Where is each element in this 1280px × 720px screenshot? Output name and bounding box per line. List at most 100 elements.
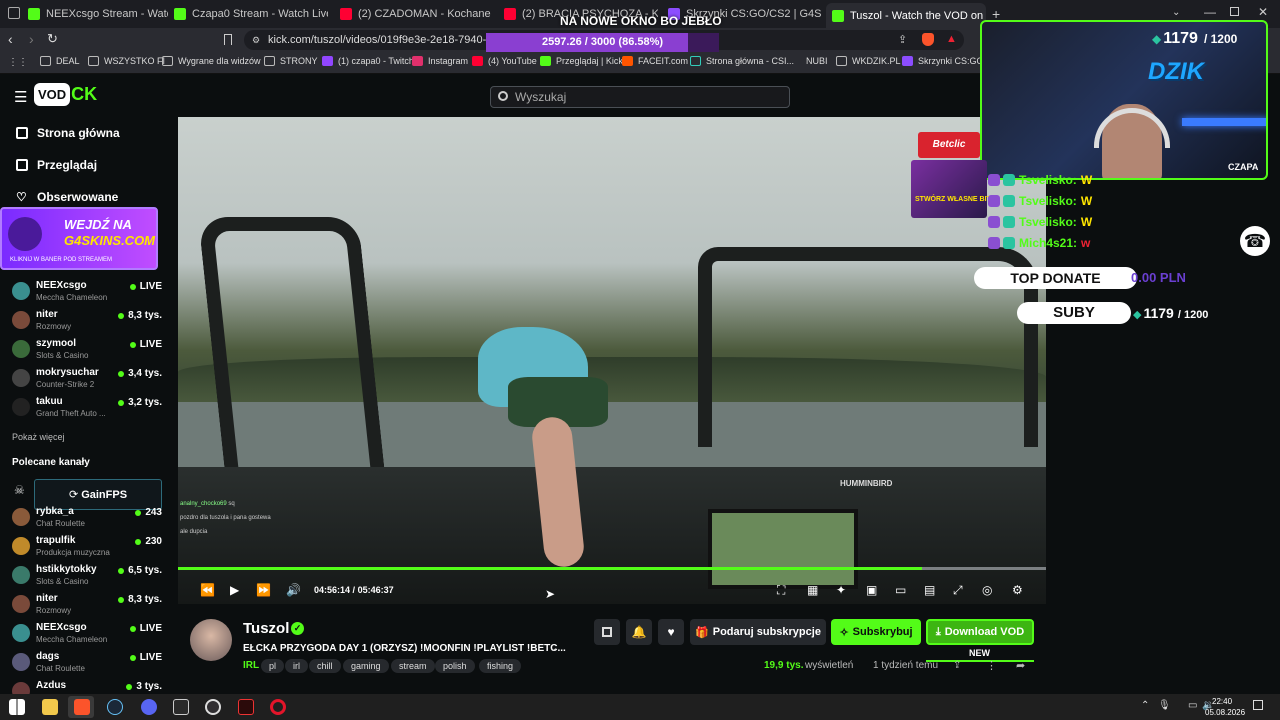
volume-icon[interactable]: 🔊	[286, 583, 301, 597]
settings-gear-icon[interactable]: ⚙	[1012, 583, 1023, 597]
restore-icon[interactable]	[1230, 7, 1239, 16]
more-options-icon[interactable]: ⋮	[986, 659, 997, 672]
notification-center-icon[interactable]	[1253, 700, 1263, 710]
brave-rewards-icon[interactable]: ▲	[946, 33, 957, 45]
rewind-icon[interactable]: ⏪	[200, 583, 215, 597]
gift-subs-button[interactable]: 🎁 Podaruj subskrypcje	[690, 619, 826, 645]
channel-avatar[interactable]	[190, 619, 232, 661]
download-vod-button[interactable]: ⤓ Download VOD	[926, 619, 1034, 645]
share-icon[interactable]: ⇪	[953, 660, 961, 671]
fullscreen-icon[interactable]: ⤢	[953, 583, 963, 598]
bookmark-twitch[interactable]: (1) czapa0 - Twitch	[322, 56, 414, 66]
back-icon[interactable]: ‹	[8, 31, 13, 47]
category-link[interactable]: IRL	[243, 660, 259, 671]
discord-icon[interactable]	[141, 699, 157, 715]
steam-icon[interactable]	[107, 699, 123, 715]
bookmark-youtube[interactable]: (4) YouTube	[472, 56, 537, 66]
follow-heart-button[interactable]: ♥	[658, 619, 684, 645]
tag-chip[interactable]: stream	[391, 659, 435, 673]
title-expand-icon[interactable]: ⌄	[549, 641, 558, 654]
bookmark-wkdzik[interactable]: WKDZIK.PL	[836, 56, 901, 66]
tab-neexcsgo[interactable]: NEEXcsgo Stream - Watch Live on Ki	[22, 4, 168, 24]
search-input[interactable]: Wyszukaj	[490, 86, 790, 108]
channel-item[interactable]: niter Rozmowy 8,3 tys.	[12, 593, 162, 621]
apps-grid-icon[interactable]: ⋮⋮	[8, 57, 28, 68]
stats-icon[interactable]: ▦	[807, 583, 818, 597]
tab-tuszol-active[interactable]: Tuszol - Watch the VOD on Ki ✕	[826, 3, 986, 28]
tag-chip[interactable]: chill	[309, 659, 341, 673]
tag-chip[interactable]: polish	[435, 659, 475, 673]
channel-name[interactable]: Tuszol	[243, 620, 289, 637]
file-explorer-icon[interactable]	[42, 699, 58, 715]
fast-forward-icon[interactable]: ⏩	[256, 583, 271, 597]
wide-icon[interactable]: ▤	[924, 583, 935, 597]
channel-item[interactable]: NEEXcsgo Meccha Chameleon LIVE	[12, 280, 162, 308]
forward-icon[interactable]: ›	[29, 31, 34, 47]
speed-icon[interactable]: ◎	[982, 583, 992, 597]
bookmark-wszystko[interactable]: WSZYSTKO FI	[88, 56, 165, 66]
theater-toggle-button[interactable]	[594, 619, 620, 645]
channel-item[interactable]: takuu Grand Theft Auto ... 3,2 tys.	[12, 396, 162, 424]
theater-icon[interactable]: ▭	[895, 583, 906, 597]
channel-item[interactable]: hstikkytokky Slots & Casino 6,5 tys.	[12, 564, 162, 592]
chevron-down-icon[interactable]: ⌄	[1172, 7, 1180, 18]
tag-chip[interactable]: pl	[261, 659, 285, 673]
g4skins-banner[interactable]: WEJDŹ NA G4SKINS.COM KLIKNIJ W BANER POD…	[0, 207, 158, 270]
opera-icon[interactable]	[270, 699, 286, 715]
obs-icon[interactable]	[205, 699, 221, 715]
bookmark-icon[interactable]	[224, 34, 232, 45]
bookmark-csi[interactable]: Strona główna - CSI...	[690, 56, 794, 66]
tab-czapa0[interactable]: Czapa0 Stream - Watch Live on Kick	[168, 4, 328, 24]
play-icon[interactable]: ▶	[230, 583, 239, 597]
bookmark-deal[interactable]: DEAL	[40, 56, 80, 66]
tag-chip[interactable]: gaming	[343, 659, 389, 673]
minimize-icon[interactable]: —	[1204, 5, 1216, 19]
bookmark-nubi[interactable]: NUBI	[806, 56, 828, 66]
tab-list-icon[interactable]	[8, 7, 20, 19]
tag-chip[interactable]: fishing	[479, 659, 522, 673]
bookmark-instagram[interactable]: Instagram	[412, 56, 468, 66]
channel-item[interactable]: szymool Slots & Casino LIVE	[12, 338, 162, 366]
show-more-link[interactable]: Pokaż więcej	[12, 432, 65, 442]
progress-track[interactable]	[178, 567, 1046, 570]
tag-chip[interactable]: irl	[285, 659, 308, 673]
tab-czadoman[interactable]: (2) CZADOMAN - Kochane Panie	[334, 4, 494, 24]
channel-item[interactable]: trapulfik Produkcja muzyczna 230	[12, 535, 162, 563]
share-icon[interactable]: ⇪	[898, 33, 907, 46]
bookmark-strony[interactable]: STRONY	[264, 56, 318, 66]
clock-date[interactable]: 05.08.2026	[1205, 708, 1245, 717]
vod-logo[interactable]: VOD CK	[34, 80, 97, 108]
subscribe-button[interactable]: ✧ Subskrybuj	[831, 619, 921, 645]
channel-item[interactable]: niter Rozmowy 8,3 tys.	[12, 309, 162, 337]
pip-icon[interactable]: ▣	[866, 583, 877, 597]
goal-title: NA NOWE OKNO BO JEBŁO	[560, 14, 722, 28]
reload-icon[interactable]: ↻	[47, 31, 58, 47]
site-info-icon[interactable]: ⚙	[252, 35, 260, 46]
bookmark-faceit[interactable]: FACEIT.com	[622, 56, 688, 66]
bookmark-wygrane[interactable]: Wygrane dla widzów	[162, 56, 260, 66]
sparkle-icon[interactable]: ✦	[836, 583, 846, 597]
clock-time[interactable]: 22:40	[1212, 697, 1232, 706]
close-window-icon[interactable]: ✕	[1258, 5, 1268, 19]
betclic-banner[interactable]: Betclic	[918, 132, 980, 158]
bookmark-kick[interactable]: Przeglądaj | Kick	[540, 56, 623, 66]
network-icon[interactable]: ▭	[1188, 700, 1197, 711]
nav-following[interactable]: ♡ Obserwowane	[16, 190, 118, 204]
nav-browse[interactable]: Przeglądaj	[16, 158, 97, 172]
nav-home[interactable]: Strona główna	[16, 126, 120, 140]
share-arrow-icon[interactable]: ➦	[1016, 659, 1025, 672]
brave-shield-icon[interactable]	[922, 33, 934, 46]
mic-icon[interactable]: 🎙	[1158, 700, 1171, 711]
adobe-icon[interactable]	[238, 699, 254, 715]
channel-item[interactable]: dags Chat Roulette LIVE	[12, 651, 162, 679]
clip-icon[interactable]: ⛶	[777, 583, 785, 598]
channel-item[interactable]: mokrysuchar Counter-Strike 2 3,4 tys.	[12, 367, 162, 395]
betclic-promo: STWÓRZ WŁASNE BIT	[911, 160, 991, 218]
channel-item[interactable]: NEEXcsgo Meccha Chameleon LIVE	[12, 622, 162, 650]
menu-icon[interactable]: ☰	[14, 88, 27, 106]
tray-chevron-icon[interactable]: ⌃	[1141, 700, 1149, 711]
windows-start-icon[interactable]	[9, 699, 25, 715]
epic-games-icon[interactable]	[173, 699, 189, 715]
notification-bell-button[interactable]: 🔔	[626, 619, 652, 645]
channel-item[interactable]: rybka_a Chat Roulette 243	[12, 506, 162, 534]
